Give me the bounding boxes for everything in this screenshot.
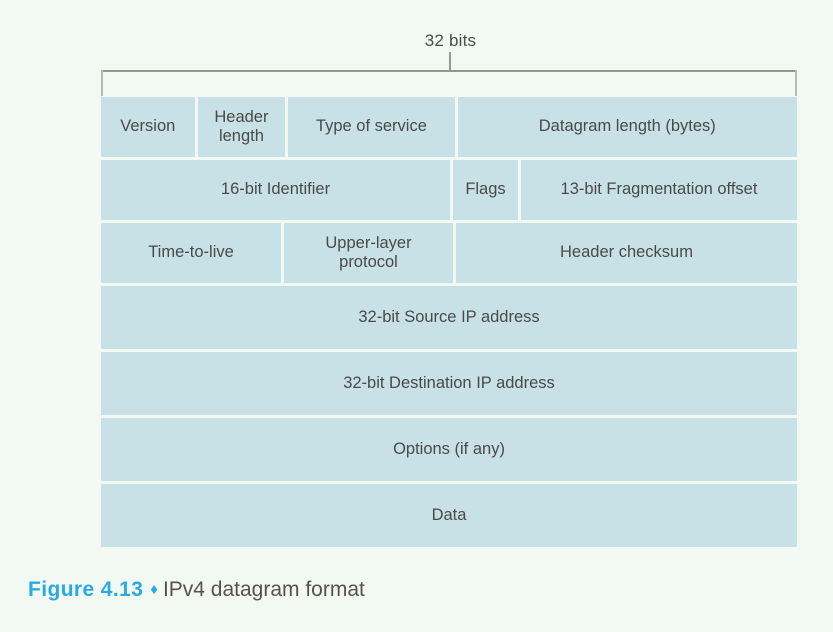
bit-width-label-text: 32 bits <box>424 31 477 50</box>
figure-caption: Figure 4.13 ♦ IPv4 datagram format <box>28 578 365 602</box>
ipv4-datagram-figure: 32 bits Version Header length Type of se… <box>0 0 833 632</box>
field-destination-ip-address: 32-bit Destination IP address <box>101 352 797 415</box>
table-row: Data <box>101 484 797 547</box>
diamond-icon: ♦ <box>150 581 158 598</box>
table-row: Options (if any) <box>101 418 797 481</box>
bracket-center-tick <box>449 52 451 70</box>
bit-width-label: 32 bits <box>0 31 833 51</box>
figure-number: Figure 4.13 <box>28 578 144 601</box>
figure-caption-text: IPv4 datagram format <box>162 578 365 601</box>
field-source-ip-address: 32-bit Source IP address <box>101 286 797 349</box>
field-time-to-live: Time-to-live <box>101 223 281 283</box>
table-row: 16-bit Identifier Flags 13-bit Fragmenta… <box>101 160 797 220</box>
table-row: 32-bit Source IP address <box>101 286 797 349</box>
field-header-length: Header length <box>197 97 286 157</box>
field-header-checksum: Header checksum <box>456 223 797 283</box>
field-upper-layer-protocol: Upper-layer protocol <box>284 223 453 283</box>
table-row: Version Header length Type of service Da… <box>101 97 797 157</box>
datagram-table: Version Header length Type of service Da… <box>101 97 797 547</box>
field-data: Data <box>101 484 797 547</box>
field-type-of-service: Type of service <box>288 97 455 157</box>
bracket-left-cap <box>101 70 103 96</box>
width-bracket <box>101 52 797 96</box>
bracket-right-cap <box>795 70 797 96</box>
field-options: Options (if any) <box>101 418 797 481</box>
bracket-horizontal-line <box>101 70 797 72</box>
table-row: 32-bit Destination IP address <box>101 352 797 415</box>
field-flags: Flags <box>453 160 518 220</box>
field-fragmentation-offset: 13-bit Fragmentation offset <box>521 160 797 220</box>
field-datagram-length: Datagram length (bytes) <box>457 97 797 157</box>
field-identifier: 16-bit Identifier <box>101 160 450 220</box>
field-version: Version <box>101 97 195 157</box>
table-row: Time-to-live Upper-layer protocol Header… <box>101 223 797 283</box>
